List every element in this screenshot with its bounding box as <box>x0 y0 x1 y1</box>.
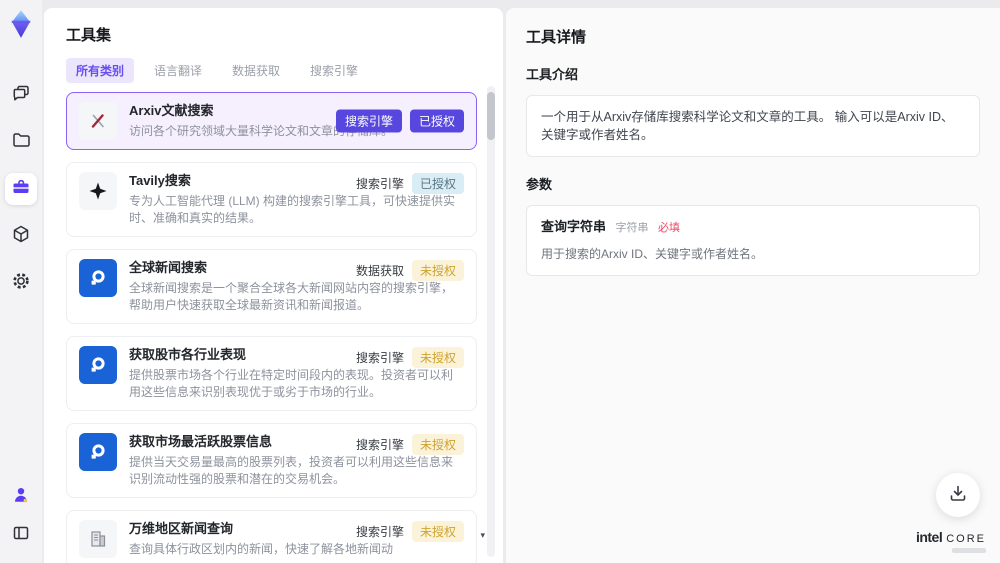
building-news-icon <box>79 520 117 558</box>
tab-data-acquisition[interactable]: 数据获取 <box>222 58 290 83</box>
app-logo-icon <box>7 9 35 39</box>
tab-language-translation[interactable]: 语言翻译 <box>144 58 212 83</box>
package-icon <box>11 224 31 249</box>
toolbox-icon <box>11 177 31 202</box>
gear-icon <box>11 271 31 296</box>
tool-card-active-stocks[interactable]: 获取市场最活跃股票信息 提供当天交易量最高的股票列表，投资者可以利用这些信息来识… <box>66 423 477 498</box>
param-type: 字符串 <box>615 222 649 234</box>
tool-description: 提供股票市场各个行业在特定时间段内的表现。投资者可以利用这些信息来识别表现优于或… <box>129 368 454 399</box>
page-title: 工具集 <box>66 27 112 44</box>
intel-brand-text: intel <box>915 529 943 545</box>
tool-card-industry-performance[interactable]: 获取股市各行业表现 提供股票市场各个行业在特定时间段内的表现。投资者可以利用这些… <box>66 336 477 411</box>
auth-status-badge: 未授权 <box>411 521 464 542</box>
category-tag: 搜索引擎 <box>355 438 404 452</box>
sidebar-item-settings[interactable] <box>5 267 37 299</box>
intro-section-header: 工具介绍 <box>526 67 579 82</box>
finance-logo-icon <box>79 433 117 471</box>
detail-title: 工具详情 <box>526 29 587 46</box>
tab-search-engine[interactable]: 搜索引擎 <box>300 58 368 83</box>
tavily-star-icon <box>79 172 117 210</box>
auth-status-badge: 未授权 <box>411 347 464 368</box>
sidebar-rail <box>0 0 42 563</box>
sidebar-item-profile[interactable] <box>5 481 37 513</box>
param-required-label: 必填 <box>657 222 680 234</box>
tool-card-arxiv[interactable]: Arxiv文献搜索 访问各个研究领域大量科学论文和文章的存储库。 搜索引擎 已授… <box>66 92 477 150</box>
collapse-panel-icon <box>11 523 31 548</box>
tool-description: 提供当天交易量最高的股票列表，投资者可以利用这些信息来识别流动性强的股票和潜在的… <box>129 455 454 486</box>
auth-status-badge: 未授权 <box>411 260 464 281</box>
sidebar-item-chat[interactable] <box>5 79 37 111</box>
category-tag: 搜索引擎 <box>355 177 404 191</box>
arxiv-logo-icon <box>79 102 117 140</box>
global-news-logo-icon <box>79 259 117 297</box>
tool-description: 查询具体行政区划内的新闻，快速了解各地新闻动 <box>129 542 394 556</box>
sidebar-item-collapse[interactable] <box>5 519 37 551</box>
scroll-down-indicator-icon[interactable]: ▾ <box>480 530 485 541</box>
finance-logo-icon <box>79 346 117 384</box>
param-box: 查询字符串 字符串 必填 用于搜索的Arxiv ID、关键字或作者姓名。 <box>526 205 980 276</box>
param-description: 用于搜索的Arxiv ID、关键字或作者姓名。 <box>541 247 764 261</box>
scrollbar-thumb[interactable] <box>487 92 495 140</box>
params-section-header: 参数 <box>526 177 553 192</box>
chat-icon <box>11 83 31 108</box>
download-button[interactable] <box>936 473 980 517</box>
tool-list-panel: 工具集 所有类别 语言翻译 数据获取 搜索引擎 Arxiv文献搜索 访问各个研究… <box>44 8 503 563</box>
auth-status-badge: 未授权 <box>411 434 464 455</box>
sidebar-item-packages[interactable] <box>5 220 37 252</box>
category-tag: 数据获取 <box>355 264 404 278</box>
tool-card-regional-news[interactable]: 万维地区新闻查询 查询具体行政区划内的新闻，快速了解各地新闻动 搜索引擎 未授权 <box>66 510 477 563</box>
category-tabs: 所有类别 语言翻译 数据获取 搜索引擎 <box>66 58 481 83</box>
intel-logo-underline <box>952 548 986 553</box>
tool-card-global-news[interactable]: 全球新闻搜索 全球新闻搜索是一个聚合全球各大新闻网站内容的搜索引擎，帮助用户快速… <box>66 249 477 324</box>
profile-avatar-icon <box>11 485 31 510</box>
folder-icon <box>11 130 31 155</box>
core-product-text: core <box>946 533 986 545</box>
list-scrollbar[interactable] <box>487 86 495 557</box>
sidebar-item-files[interactable] <box>5 126 37 158</box>
intro-text: 一个用于从Arxiv存储库搜索科学论文和文章的工具。 输入可以是Arxiv ID… <box>541 110 954 142</box>
tool-detail-panel: 工具详情 工具介绍 一个用于从Arxiv存储库搜索科学论文和文章的工具。 输入可… <box>506 8 1000 563</box>
tool-card-tavily[interactable]: Tavily搜索 专为人工智能代理 (LLM) 构建的搜索引擎工具，可快速提供实… <box>66 162 477 237</box>
category-tag: 搜索引擎 <box>355 525 404 539</box>
auth-status-badge: 已授权 <box>411 173 464 194</box>
sidebar-item-toolbox[interactable] <box>5 173 37 205</box>
tool-card-list: Arxiv文献搜索 访问各个研究领域大量科学论文和文章的存储库。 搜索引擎 已授… <box>66 92 481 563</box>
intro-text-box: 一个用于从Arxiv存储库搜索科学论文和文章的工具。 输入可以是Arxiv ID… <box>526 95 980 157</box>
param-header-line: 查询字符串 字符串 必填 <box>541 218 965 237</box>
category-tag: 搜索引擎 <box>355 351 404 365</box>
tool-description: 专为人工智能代理 (LLM) 构建的搜索引擎工具，可快速提供实时、准确和真实的结… <box>129 194 456 225</box>
auth-status-badge: 已授权 <box>409 109 464 133</box>
tool-description: 全球新闻搜索是一个聚合全球各大新闻网站内容的搜索引擎，帮助用户快速获取全球最新资… <box>129 281 454 312</box>
intel-core-logo: intel core <box>916 529 986 553</box>
category-tag: 搜索引擎 <box>335 109 402 133</box>
download-icon <box>948 483 968 508</box>
tab-all-categories[interactable]: 所有类别 <box>66 58 135 83</box>
param-name: 查询字符串 <box>541 219 607 234</box>
